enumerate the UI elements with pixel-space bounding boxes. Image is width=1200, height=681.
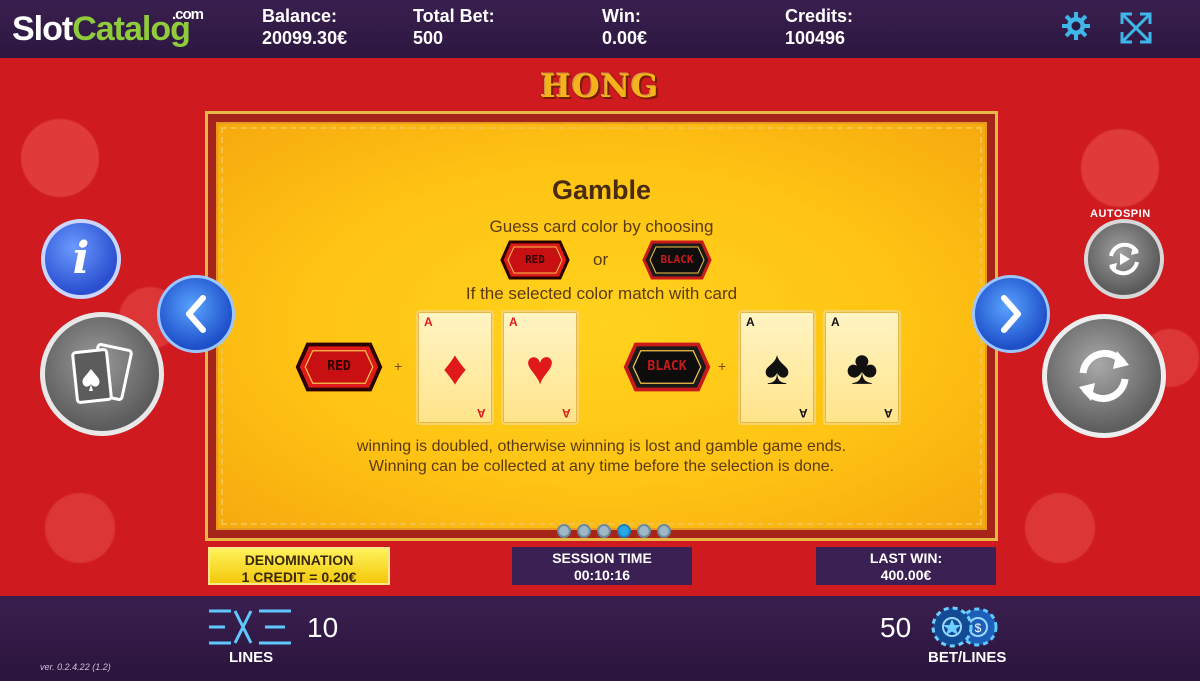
spin-icon xyxy=(1079,350,1129,402)
credits-value: 100496 xyxy=(785,28,846,48)
autospin-button[interactable] xyxy=(1084,219,1164,299)
total-bet-label: Total Bet: xyxy=(413,6,495,26)
last-win-value: 400.00€ xyxy=(880,567,932,583)
page-title: Gamble xyxy=(551,175,652,205)
spin-button[interactable] xyxy=(1042,314,1166,438)
black-choice-badge: BLACK xyxy=(642,240,712,280)
plus-sign-red: + xyxy=(394,358,403,374)
total-bet-value: 500 xyxy=(413,28,444,48)
denomination-box[interactable]: DENOMINATION 1 CREDIT = 0.20€ xyxy=(208,547,390,585)
page-dot[interactable] xyxy=(577,524,591,538)
slotcatalog-logo: SlotCatalog .com xyxy=(12,6,204,48)
denomination-value: 1 CREDIT = 0.20€ xyxy=(241,569,357,585)
card-ace-diamonds: A ♦ A xyxy=(416,310,494,425)
club-icon: ♣ xyxy=(846,342,878,395)
heart-icon: ♥ xyxy=(525,342,555,395)
card-ace-spades: A ♠ A xyxy=(738,310,816,425)
or-text: or xyxy=(593,250,609,269)
card-ace-hearts: A ♥ A xyxy=(501,310,579,425)
info-button[interactable]: i xyxy=(41,219,121,299)
cards-icon xyxy=(71,343,133,404)
chips-icon[interactable]: $ xyxy=(930,606,1002,653)
plus-sign-black: + xyxy=(718,358,727,374)
session-time-label: SESSION TIME xyxy=(552,550,652,566)
version-text: ver. 0.2.4.22 (1.2) xyxy=(40,662,111,672)
spade-icon: ♠ xyxy=(764,342,790,395)
next-page-button[interactable] xyxy=(972,275,1050,353)
expand-icon[interactable] xyxy=(1118,10,1154,46)
balance-label: Balance: xyxy=(262,6,338,26)
win-stat: Win: 0.00€ xyxy=(602,5,647,49)
chevron-left-icon xyxy=(186,295,206,333)
balance-value: 20099.30€ xyxy=(262,28,348,48)
page-dot[interactable] xyxy=(657,524,671,538)
page-dot[interactable] xyxy=(597,524,611,538)
page-indicator xyxy=(557,524,677,543)
diamond-icon: ♦ xyxy=(442,342,468,395)
lines-value: 10 xyxy=(307,612,339,643)
credits-label: Credits: xyxy=(785,6,854,26)
session-time-box: SESSION TIME 00:10:16 xyxy=(512,547,692,585)
bet-per-line-label: BET/LINES xyxy=(928,649,1007,666)
info-icon: i xyxy=(72,233,90,284)
help-panel: Gamble Guess card color by choosing RED … xyxy=(205,111,998,541)
win-label: Win: xyxy=(602,6,641,26)
bottom-bar: 10 LINES 50 $ BET/LINES ver. 0.2.4.22 (1… xyxy=(0,596,1200,681)
last-win-label: LAST WIN: xyxy=(869,550,943,566)
page-dot[interactable] xyxy=(557,524,571,538)
chevron-right-icon xyxy=(1001,295,1021,333)
instruction-line-4: Winning can be collected at any time bef… xyxy=(368,458,835,475)
instruction-line-1: Guess card color by choosing xyxy=(489,217,714,236)
autospin-icon xyxy=(1109,242,1139,276)
win-value: 0.00€ xyxy=(602,28,648,48)
page-dot-active[interactable] xyxy=(617,524,631,538)
session-time-value: 00:10:16 xyxy=(573,567,631,583)
card-ace-clubs: A ♣ A xyxy=(823,310,901,425)
help-panel-content: Gamble Guess card color by choosing RED … xyxy=(216,122,987,538)
bet-per-line-value: 50 xyxy=(880,612,912,643)
last-win-box: LAST WIN: 400.00€ xyxy=(816,547,996,585)
balance-stat: Balance: 20099.30€ xyxy=(262,5,347,49)
total-bet-stat: Total Bet: 500 xyxy=(413,5,495,49)
denomination-label: DENOMINATION xyxy=(244,552,354,568)
black-example-badge: BLACK xyxy=(622,342,712,392)
lines-icon[interactable] xyxy=(205,605,295,654)
top-bar: SlotCatalog .com Balance: 20099.30€ Tota… xyxy=(0,0,1200,58)
red-example-badge: RED xyxy=(294,342,384,392)
gamble-button[interactable] xyxy=(40,312,164,436)
svg-text:$: $ xyxy=(975,621,982,635)
credits-stat: Credits: 100496 xyxy=(785,5,853,49)
previous-page-button[interactable] xyxy=(157,275,235,353)
instruction-line-2: If the selected color match with card xyxy=(465,284,738,303)
instruction-line-3: winning is doubled, otherwise winning is… xyxy=(356,438,847,455)
gear-icon[interactable] xyxy=(1058,10,1094,46)
red-choice-badge: RED xyxy=(500,240,570,280)
game-logo: HONG LONG xyxy=(540,67,660,153)
page-dot[interactable] xyxy=(637,524,651,538)
lines-label: LINES xyxy=(229,649,274,666)
